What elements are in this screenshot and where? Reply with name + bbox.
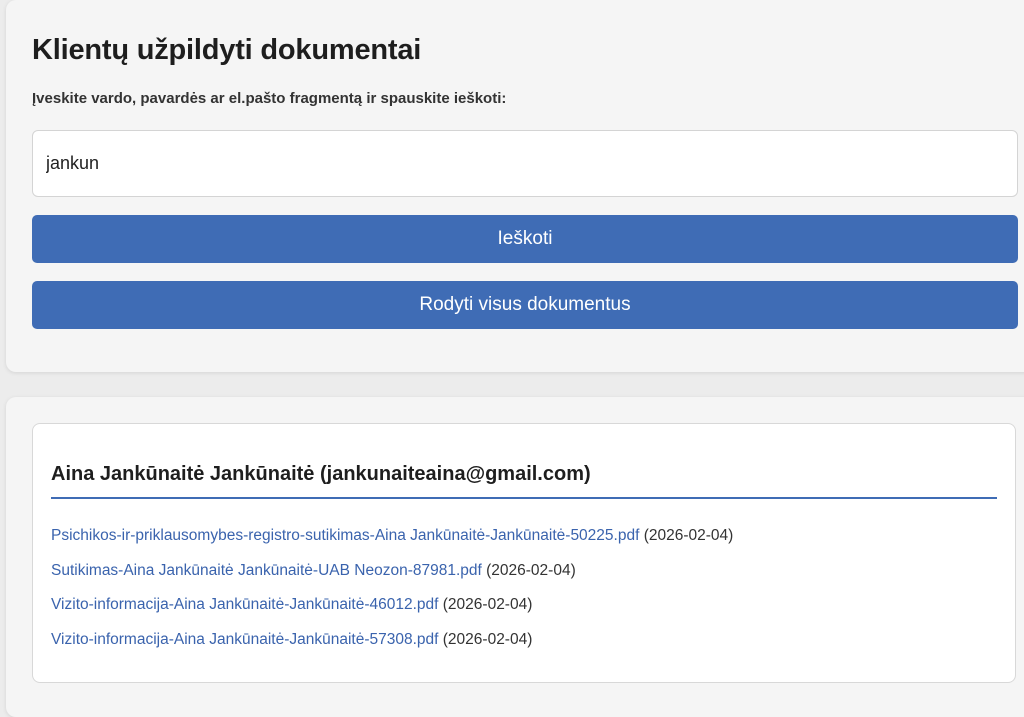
document-row: Vizito-informacija-Aina Jankūnaitė-Jankū… — [51, 631, 532, 649]
search-button[interactable]: Ieškoti — [32, 215, 1018, 263]
search-input[interactable] — [32, 130, 1018, 197]
document-link[interactable]: Vizito-informacija-Aina Jankūnaitė-Jankū… — [51, 596, 438, 613]
document-date: (2026-02-04) — [643, 527, 734, 544]
page-title: Klientų užpildyti dokumentai — [32, 34, 422, 66]
document-link[interactable]: Sutikimas-Aina Jankūnaitė Jankūnaitė-UAB… — [51, 562, 482, 579]
document-row: Vizito-informacija-Aina Jankūnaitė-Jankū… — [51, 596, 532, 614]
show-all-documents-button[interactable]: Rodyti visus dokumentus — [32, 281, 1018, 329]
document-row: Psichikos-ir-priklausomybes-registro-sut… — [51, 527, 733, 545]
client-divider — [51, 497, 997, 499]
document-date: (2026-02-04) — [442, 596, 533, 613]
document-date: (2026-02-04) — [442, 631, 533, 648]
search-instructions: Įveskite vardo, pavardės ar el.pašto fra… — [32, 90, 507, 107]
client-name: Aina Jankūnaitė Jankūnaitė (jankunaiteai… — [51, 463, 591, 485]
document-row: Sutikimas-Aina Jankūnaitė Jankūnaitė-UAB… — [51, 562, 576, 580]
document-link[interactable]: Vizito-informacija-Aina Jankūnaitė-Jankū… — [51, 631, 438, 648]
document-link[interactable]: Psichikos-ir-priklausomybes-registro-sut… — [51, 527, 639, 544]
document-date: (2026-02-04) — [486, 562, 576, 579]
